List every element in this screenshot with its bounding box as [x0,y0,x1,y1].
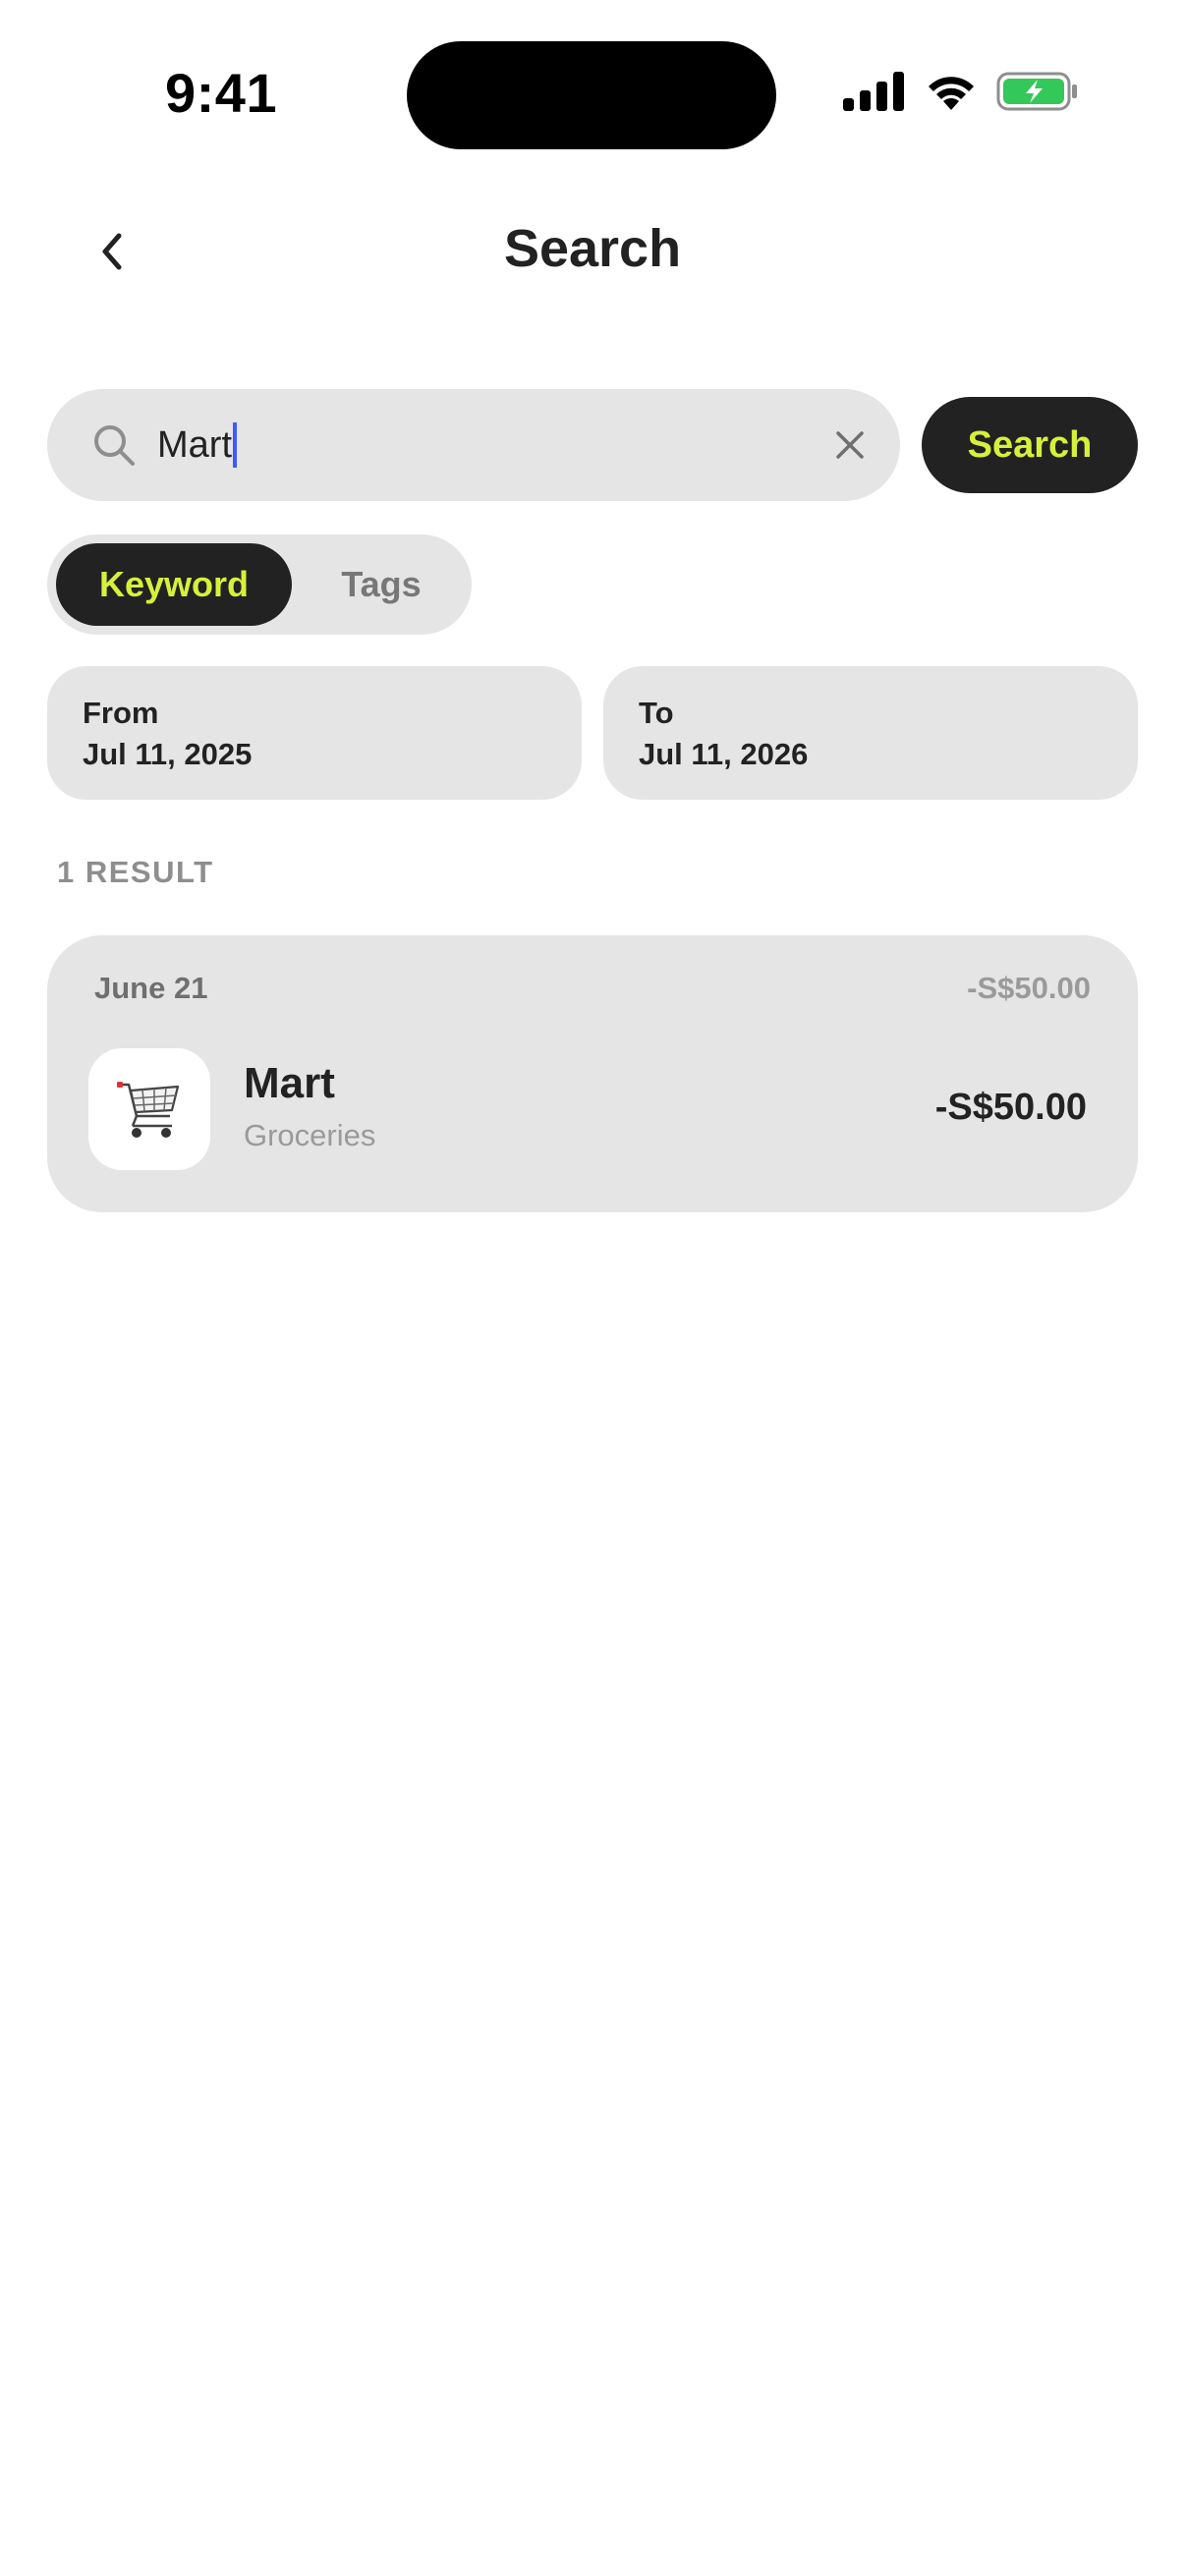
transaction-row[interactable]: Mart Groceries -S$50.00 [47,1045,1138,1173]
battery-charging-icon [996,71,1079,117]
group-date: June 21 [94,971,208,1005]
search-mode-toggle: Keyword Tags [47,534,472,635]
tab-tags[interactable]: Tags [303,543,460,626]
date-to-picker[interactable]: To Jul 11, 2026 [603,666,1138,800]
date-from-picker[interactable]: From Jul 11, 2025 [47,666,582,800]
shopping-cart-icon [117,1082,180,1138]
dynamic-island [407,41,776,149]
page-title: Search [503,219,682,278]
close-icon [836,431,864,459]
search-input[interactable]: Mart [47,389,900,501]
date-from-value: Jul 11, 2025 [83,737,253,771]
transaction-name: Mart [244,1059,335,1107]
result-count: 1 RESULT [57,855,214,889]
search-button[interactable]: Search [922,397,1138,493]
group-total: -S$50.00 [967,971,1091,1005]
transaction-icon-tile [88,1048,210,1170]
search-query-text: Mart [157,423,232,466]
status-time: 9:41 [165,62,278,124]
search-icon [94,425,135,466]
tab-keyword[interactable]: Keyword [56,543,292,626]
result-group-card: June 21 -S$50.00 Mart Groceries -S$50.00 [47,935,1138,1212]
date-to-value: Jul 11, 2026 [639,737,809,771]
clear-search-button[interactable] [823,419,876,472]
transaction-category: Groceries [244,1118,376,1152]
cellular-signal-icon [843,72,906,116]
text-cursor [233,422,237,468]
wifi-icon [924,71,979,117]
status-icons [843,71,1079,117]
transaction-amount: -S$50.00 [934,1087,1087,1128]
date-from-label: From [83,696,159,730]
search-input-value[interactable]: Mart [157,389,237,501]
date-to-label: To [639,696,674,730]
